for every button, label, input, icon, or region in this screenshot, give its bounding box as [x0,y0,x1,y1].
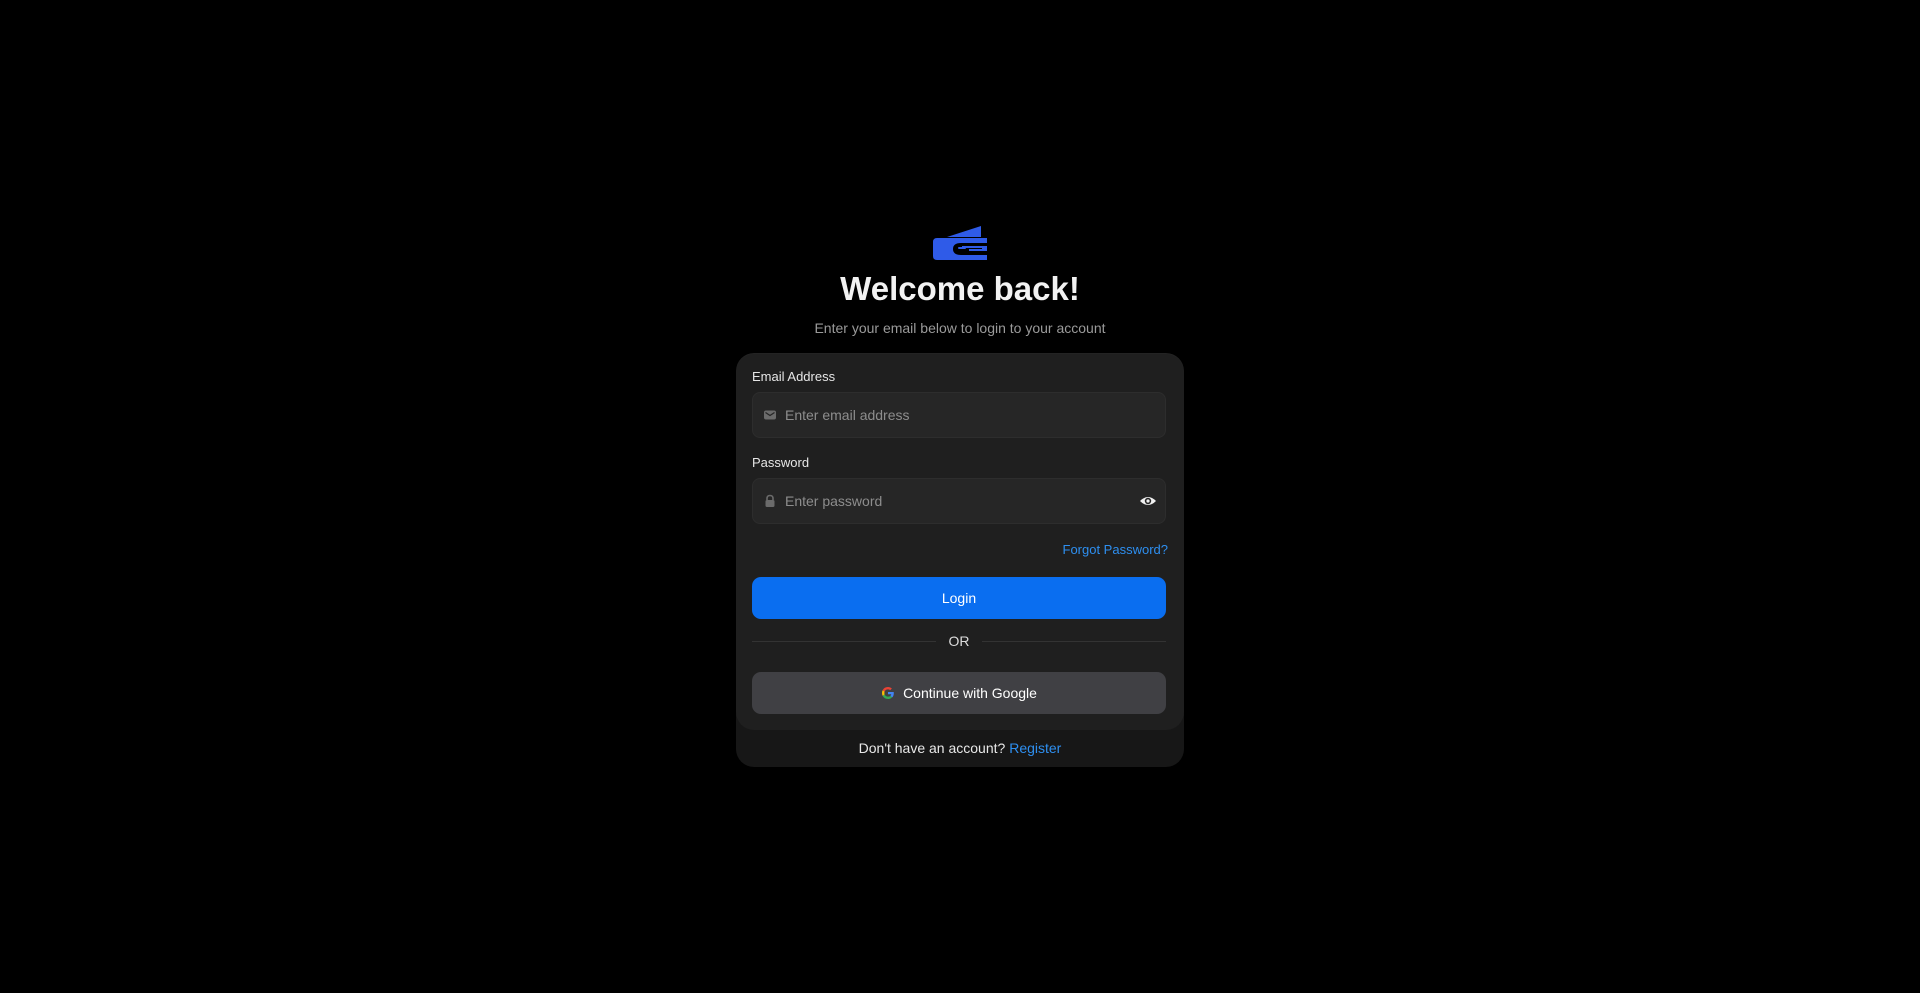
forgot-password-link[interactable]: Forgot Password? [1063,542,1169,558]
wallet-card-logo [933,226,987,260]
or-divider: OR [752,632,1166,650]
password-input[interactable] [785,479,1125,523]
login-button[interactable]: Login [752,577,1166,619]
eye-icon[interactable] [1139,493,1157,509]
password-label: Password [752,455,810,470]
email-input[interactable] [785,393,1125,437]
google-button-label: Continue with Google [903,685,1037,701]
google-icon [882,687,894,699]
email-label: Email Address [752,369,836,384]
email-field[interactable] [752,392,1166,438]
login-form: Email Address Password [736,353,1184,730]
register-prompt: Don't have an account? Register [736,739,1184,757]
lock-icon [765,494,775,507]
login-card-container: Email Address Password [736,353,1184,767]
password-field[interactable] [752,478,1166,524]
page-title: Welcome back! [840,270,1080,307]
page-subtitle: Enter your email below to login to your … [814,320,1106,336]
mail-icon [764,410,776,420]
divider-line-right [982,641,1166,642]
register-prompt-text: Don't have an account? [858,740,1006,756]
login-page: Welcome back! Enter your email below to … [0,0,1920,993]
continue-with-google-button[interactable]: Continue with Google [752,672,1166,714]
login-header: Welcome back! Enter your email below to … [0,224,1920,337]
register-link[interactable]: Register [1009,740,1061,756]
